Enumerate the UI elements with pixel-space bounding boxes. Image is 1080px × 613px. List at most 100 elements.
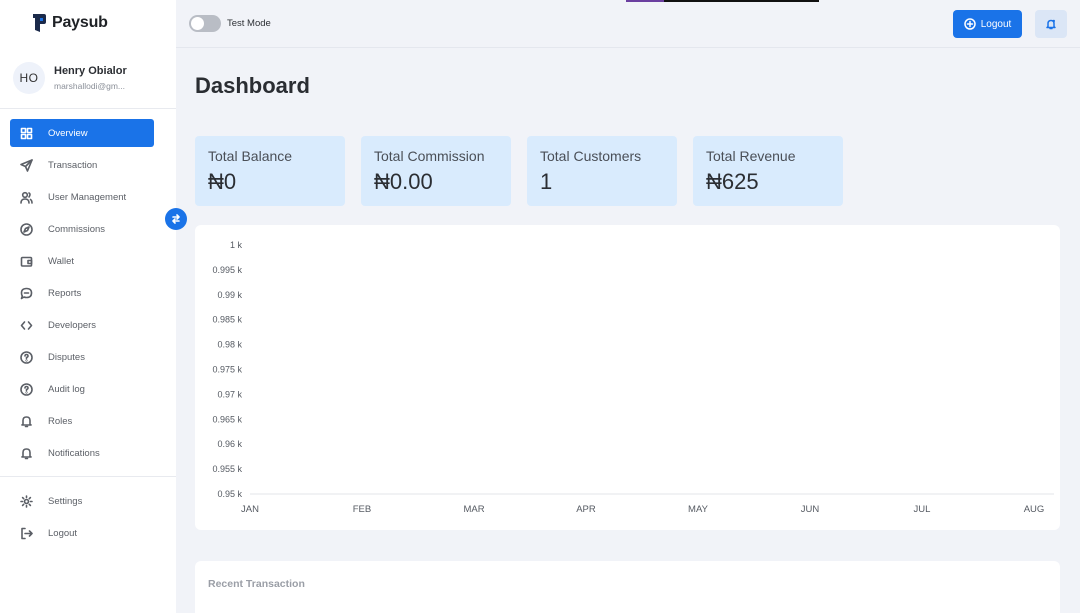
logout-button-label: Logout — [980, 18, 1012, 30]
logout-icon — [19, 526, 33, 540]
test-mode-label: Test Mode — [227, 18, 271, 29]
stat-label: Total Revenue — [706, 148, 796, 164]
sidebar-divider — [0, 108, 176, 109]
stat-value: ₦0 — [208, 169, 237, 194]
toggle-switch[interactable] — [189, 15, 221, 32]
stat-value: ₦0.00 — [374, 169, 433, 194]
collapse-sidebar-button[interactable] — [165, 208, 187, 230]
user-email: marshallodi@gm... — [54, 81, 125, 91]
sidebar-item-label: Wallet — [48, 255, 75, 267]
plus-circle-icon — [963, 18, 976, 30]
sidebar-nav: Overview Transaction User Management Commis… — [10, 119, 154, 471]
stat-card-total-revenue: Total Revenue ₦625 — [693, 136, 843, 206]
sidebar-item-notifications[interactable]: Notifications — [10, 439, 154, 467]
sidebar-item-logout[interactable]: Logout — [10, 519, 154, 547]
y-tick-label: 0.96 k — [217, 439, 242, 449]
y-tick-label: 0.99 k — [217, 290, 242, 300]
chat-icon — [19, 286, 33, 300]
test-mode-toggle[interactable]: Test Mode — [189, 15, 271, 32]
bell-icon — [19, 446, 33, 460]
sidebar-item-label: Notifications — [48, 447, 100, 459]
code-icon — [19, 318, 33, 332]
stat-card-total-customers: Total Customers 1 — [527, 136, 677, 206]
bell-icon — [19, 414, 33, 428]
brand-logo[interactable]: Paysub — [32, 13, 108, 33]
sidebar-item-label: Roles — [48, 415, 73, 427]
stat-value: ₦625 — [706, 169, 759, 194]
sidebar-item-settings[interactable]: Settings — [10, 487, 154, 515]
notifications-button[interactable] — [1035, 10, 1067, 38]
y-tick-label: 0.985 k — [212, 315, 242, 325]
sidebar-item-overview[interactable]: Overview — [10, 119, 154, 147]
sidebar-item-wallet[interactable]: Wallet — [10, 247, 154, 275]
sidebar-item-label: Transaction — [48, 159, 98, 171]
x-tick-label: FEB — [353, 504, 371, 515]
sidebar-item-user-management[interactable]: User Management — [10, 183, 154, 211]
x-tick-label: JUL — [914, 504, 931, 515]
y-tick-label: 0.98 k — [217, 340, 242, 350]
recent-transactions-title: Recent Transaction — [208, 578, 305, 590]
sidebar-item-roles[interactable]: Roles — [10, 407, 154, 435]
sidebar-divider — [0, 476, 176, 477]
bell-icon — [1046, 19, 1056, 30]
send-icon — [19, 158, 33, 172]
toggle-knob — [191, 17, 204, 30]
logout-button[interactable]: Logout — [953, 10, 1022, 38]
help-circle-icon — [19, 382, 33, 396]
sidebar-item-audit-log[interactable]: Audit log — [10, 375, 154, 403]
y-tick-label: 0.97 k — [217, 389, 242, 399]
users-icon — [19, 190, 33, 204]
sidebar-nav-bottom: Settings Logout — [10, 487, 154, 551]
wallet-icon — [19, 254, 33, 268]
grid-icon — [19, 126, 33, 140]
paysub-logo-icon — [33, 14, 46, 32]
sidebar-item-commissions[interactable]: Commissions — [10, 215, 154, 243]
x-tick-label: MAR — [463, 504, 484, 515]
sidebar-item-label: Logout — [48, 527, 78, 539]
x-tick-label: JAN — [241, 504, 259, 515]
revenue-chart-card: 1 k 0.995 k 0.99 k 0.985 k 0.98 k 0.975 k 0.97… — [195, 225, 1060, 530]
y-tick-label: 0.975 k — [212, 365, 242, 375]
x-tick-label: MAY — [688, 504, 709, 515]
stat-card-total-commission: Total Commission ₦0.00 — [361, 136, 511, 206]
brand-name: Paysub — [52, 14, 108, 31]
top-progress-line — [626, 0, 819, 2]
x-tick-label: JUN — [801, 504, 820, 515]
swap-icon — [172, 214, 180, 224]
user-meta: Henry Obialor marshallodi@gm... — [54, 65, 134, 91]
sidebar-item-label: Reports — [48, 287, 82, 299]
stat-label: Total Customers — [540, 148, 642, 164]
user-profile[interactable]: HO Henry Obialor marshallodi@gm... — [13, 62, 134, 94]
gear-icon — [19, 494, 33, 508]
sidebar-item-disputes[interactable]: Disputes — [10, 343, 154, 371]
sidebar-item-label: Disputes — [48, 351, 85, 363]
avatar: HO — [13, 62, 45, 94]
sidebar-item-label: Audit log — [48, 383, 85, 395]
stat-card-total-balance: Total Balance ₦0 — [195, 136, 345, 206]
stat-label: Total Commission — [374, 148, 485, 164]
sidebar-item-developers[interactable]: Developers — [10, 311, 154, 339]
sidebar-item-transaction[interactable]: Transaction — [10, 151, 154, 179]
revenue-chart: 1 k 0.995 k 0.99 k 0.985 k 0.98 k 0.975 k 0.97… — [212, 240, 1054, 515]
y-tick-label: 1 k — [230, 240, 243, 250]
sidebar-item-label: Overview — [48, 127, 88, 139]
sidebar-item-label: Commissions — [48, 223, 106, 235]
y-tick-label: 0.955 k — [212, 464, 242, 474]
y-tick-label: 0.995 k — [212, 265, 242, 275]
recent-transactions-card: Recent Transaction — [195, 561, 1060, 613]
stat-label: Total Balance — [208, 148, 293, 164]
x-tick-label: APR — [576, 504, 596, 515]
y-tick-label: 0.95 k — [217, 489, 242, 499]
user-name: Henry Obialor — [54, 65, 127, 77]
sidebar: Paysub HO Henry Obialor marshallodi@gm..… — [0, 0, 176, 613]
x-tick-label: AUG — [1024, 504, 1045, 515]
help-circle-icon — [19, 350, 33, 364]
compass-icon — [19, 222, 33, 236]
sidebar-item-reports[interactable]: Reports — [10, 279, 154, 307]
y-tick-label: 0.965 k — [212, 414, 242, 424]
sidebar-item-label: Settings — [48, 495, 83, 507]
topbar: Test Mode Logout — [176, 0, 1080, 48]
sidebar-item-label: User Management — [48, 191, 127, 203]
page-title: Dashboard — [195, 73, 310, 98]
stat-value: 1 — [540, 169, 553, 194]
